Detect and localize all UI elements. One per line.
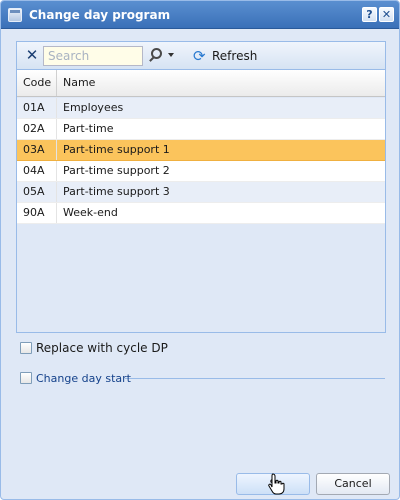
replace-with-cycle-checkbox[interactable] — [20, 342, 32, 354]
cell-code: 03A — [17, 140, 57, 160]
chevron-down-icon — [168, 53, 174, 57]
day-program-grid-panel: ✕ ⟳ Refresh Code Name 01A Employees 02A Par… — [16, 41, 386, 333]
cell-name: Week-end — [63, 206, 118, 219]
table-row[interactable]: 03A Part-time support 1 — [17, 140, 385, 161]
grid-body: 01A Employees 02A Part-time 03A Part-time sup… — [17, 98, 385, 224]
table-row[interactable]: 02A Part-time — [17, 119, 385, 140]
cell-name: Part-time support 2 — [63, 164, 170, 177]
search-input[interactable] — [43, 46, 143, 66]
table-row[interactable]: 90A Week-end — [17, 203, 385, 224]
table-row[interactable]: 05A Part-time support 3 — [17, 182, 385, 203]
cell-code: 04A — [17, 161, 57, 181]
grid-toolbar: ✕ ⟳ Refresh — [17, 42, 385, 70]
window-icon — [8, 8, 22, 22]
cell-code: 01A — [17, 98, 57, 118]
dialog-titlebar[interactable]: Change day program ? ✕ — [1, 1, 399, 29]
change-day-start-label[interactable]: Change day start — [36, 372, 131, 385]
save-button[interactable]: S — [236, 473, 310, 495]
magnifier-handle — [149, 56, 155, 62]
change-day-program-dialog: Change day program ? ✕ ✕ ⟳ Refresh Code … — [0, 0, 400, 500]
cell-name: Employees — [63, 101, 124, 114]
grid-header: Code Name — [17, 70, 385, 97]
cell-name: Part-time support 1 — [63, 143, 170, 156]
replace-with-cycle-label[interactable]: Replace with cycle DP — [36, 341, 168, 355]
cancel-button[interactable]: Cancel — [316, 473, 390, 495]
cell-name: Part-time — [63, 122, 114, 135]
cell-code: 90A — [17, 203, 57, 223]
cell-code: 02A — [17, 119, 57, 139]
change-day-start-checkbox[interactable] — [20, 372, 32, 384]
dialog-title: Change day program — [29, 8, 171, 22]
cell-code: 05A — [17, 182, 57, 202]
search-button[interactable] — [149, 47, 175, 65]
table-row[interactable]: 01A Employees — [17, 98, 385, 119]
column-header-name[interactable]: Name — [57, 70, 385, 96]
fieldset-divider — [125, 378, 385, 379]
table-row[interactable]: 04A Part-time support 2 — [17, 161, 385, 182]
refresh-label: Refresh — [212, 49, 258, 63]
cell-name: Part-time support 3 — [63, 185, 170, 198]
close-button[interactable]: ✕ — [379, 7, 394, 22]
column-header-code[interactable]: Code — [17, 70, 57, 96]
refresh-icon: ⟳ — [193, 47, 206, 65]
refresh-button[interactable]: ⟳ Refresh — [193, 47, 259, 65]
clear-search-icon[interactable]: ✕ — [25, 48, 39, 63]
help-button[interactable]: ? — [362, 7, 377, 22]
